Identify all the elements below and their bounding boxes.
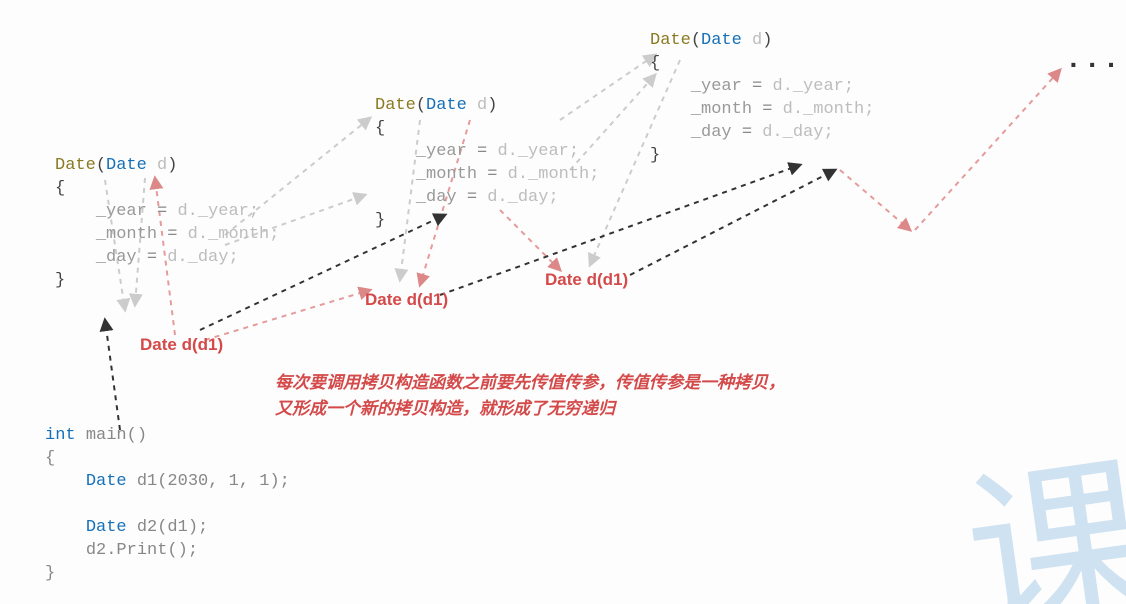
- recursion-label-2: Date d(d1): [365, 290, 448, 310]
- watermark: 课: [949, 392, 1126, 604]
- recursion-label-3: Date d(d1): [545, 270, 628, 290]
- param-name: d: [157, 156, 167, 175]
- recursion-label-1: Date d(d1): [140, 335, 223, 355]
- main-function: int main() { Date d1(2030, 1, 1); Date d…: [45, 425, 290, 586]
- ellipsis: ...: [1065, 45, 1121, 76]
- explanation-text: 每次要调用拷贝构造函数之前要先传值传参，传值传参是一种拷贝， 又形成一个新的拷贝…: [275, 370, 785, 423]
- param-type: Date: [106, 156, 147, 175]
- ctor-name: Date: [55, 156, 96, 175]
- copy-ctor-block-2: Date(Date d) { _year = d._year; _month =…: [375, 95, 599, 233]
- copy-ctor-block-3: Date(Date d) { _year = d._year; _month =…: [650, 30, 874, 168]
- copy-ctor-block-1: Date(Date d) { _year = d._year; _month =…: [55, 155, 279, 293]
- diagram-canvas: Date(Date d) { _year = d._year; _month =…: [0, 0, 1126, 604]
